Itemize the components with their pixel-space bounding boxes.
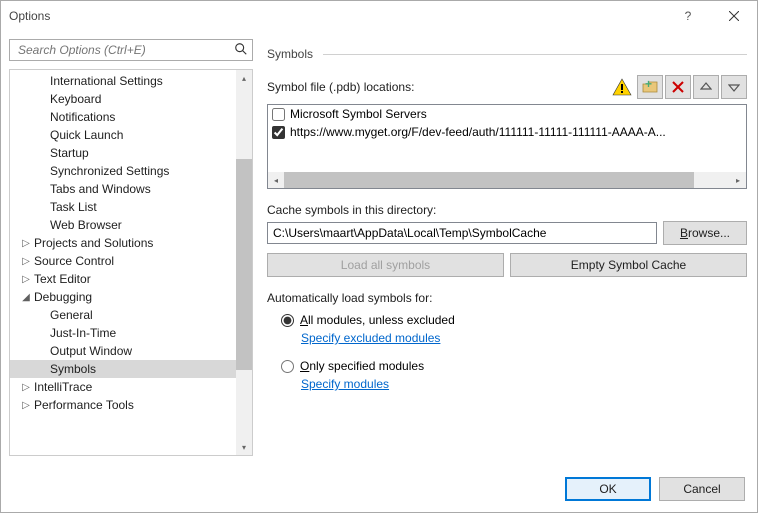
tree-item[interactable]: Just-In-Time [10, 324, 236, 342]
dialog-footer: OK Cancel [1, 464, 757, 512]
add-folder-button[interactable]: + [637, 75, 663, 99]
radio-all-modules-label: All modules, unless excluded [300, 313, 455, 327]
svg-text:+: + [645, 80, 652, 91]
tree-item-label: Tabs and Windows [48, 182, 151, 196]
search-input[interactable] [16, 42, 234, 58]
hscroll-right-arrow[interactable]: ▸ [730, 172, 746, 188]
chevron-right-icon[interactable]: ▷ [20, 238, 32, 249]
radio-only-specified-label: Only specified modules [300, 359, 424, 373]
move-up-button[interactable] [693, 75, 719, 99]
tree-item-label: Symbols [48, 362, 96, 376]
load-all-symbols-button[interactable]: Load all symbols [267, 253, 504, 277]
tree-item[interactable]: ▷Projects and Solutions [10, 234, 236, 252]
browse-button[interactable]: Browse... [663, 221, 747, 245]
search-box[interactable] [9, 39, 253, 61]
chevron-right-icon[interactable]: ▷ [20, 256, 32, 267]
tree-item[interactable]: Keyboard [10, 90, 236, 108]
cache-dir-label: Cache symbols in this directory: [267, 203, 747, 217]
ok-button[interactable]: OK [565, 477, 651, 501]
close-button[interactable] [711, 1, 757, 31]
tree-item-label: Quick Launch [48, 128, 123, 142]
tree-scrollbar[interactable]: ▴ ▾ [236, 70, 252, 455]
link-specify-excluded[interactable]: Specify excluded modules [301, 331, 747, 345]
tree-item[interactable]: Tabs and Windows [10, 180, 236, 198]
symbol-location-item[interactable]: Microsoft Symbol Servers [268, 105, 746, 123]
tree-item-label: Debugging [32, 290, 92, 304]
location-checkbox[interactable] [272, 126, 285, 139]
tree-item[interactable]: Output Window [10, 342, 236, 360]
titlebar: Options ? [1, 1, 757, 31]
tree-item[interactable]: General [10, 306, 236, 324]
tree-item-label: Output Window [48, 344, 132, 358]
symbol-location-item[interactable]: https://www.myget.org/F/dev-feed/auth/11… [268, 123, 746, 141]
section-heading: Symbols [267, 47, 747, 61]
help-button[interactable]: ? [665, 1, 711, 31]
delete-button[interactable] [665, 75, 691, 99]
scroll-thumb[interactable] [236, 159, 252, 371]
cancel-button[interactable]: Cancel [659, 477, 745, 501]
window-title: Options [9, 9, 665, 23]
tree-item[interactable]: ▷IntelliTrace [10, 378, 236, 396]
options-tree[interactable]: International Settings Keyboard Notificati… [9, 69, 253, 456]
tree-item-label: Synchronized Settings [48, 164, 169, 178]
tree-item[interactable]: International Settings [10, 72, 236, 90]
radio-all-modules[interactable] [281, 314, 294, 327]
search-icon [234, 42, 248, 59]
tree-item[interactable]: Synchronized Settings [10, 162, 236, 180]
location-label: Microsoft Symbol Servers [290, 107, 427, 121]
tree-item[interactable]: Notifications [10, 108, 236, 126]
hscroll-left-arrow[interactable]: ◂ [268, 172, 284, 188]
section-heading-text: Symbols [267, 47, 313, 61]
tree-item-label: Just-In-Time [48, 326, 116, 340]
chevron-down-icon[interactable]: ◢ [20, 292, 32, 303]
tree-item[interactable]: Web Browser [10, 216, 236, 234]
warning-icon [611, 76, 633, 98]
tree-item-label: IntelliTrace [32, 380, 92, 394]
tree-item-label: Projects and Solutions [32, 236, 153, 250]
tree-item-label: International Settings [48, 74, 163, 88]
tree-item-label: Keyboard [48, 92, 101, 106]
chevron-right-icon[interactable]: ▷ [20, 400, 32, 411]
tree-item-label: General [48, 308, 93, 322]
link-specify-modules[interactable]: Specify modules [301, 377, 747, 391]
left-pane: International Settings Keyboard Notificati… [1, 31, 257, 464]
tree-item-label: Notifications [48, 110, 115, 124]
chevron-right-icon[interactable]: ▷ [20, 382, 32, 393]
tree-item[interactable]: ▷Performance Tools [10, 396, 236, 414]
location-label: https://www.myget.org/F/dev-feed/auth/11… [290, 125, 666, 139]
tree-item-label: Performance Tools [32, 398, 134, 412]
tree-item[interactable]: ◢Debugging [10, 288, 236, 306]
tree-item[interactable]: Symbols [10, 360, 236, 378]
tree-item[interactable]: Quick Launch [10, 126, 236, 144]
tree-item[interactable]: ▷Text Editor [10, 270, 236, 288]
chevron-right-icon[interactable]: ▷ [20, 274, 32, 285]
auto-load-label: Automatically load symbols for: [267, 291, 747, 305]
location-checkbox[interactable] [272, 108, 285, 121]
tree-item-label: Text Editor [32, 272, 91, 286]
scroll-down-arrow[interactable]: ▾ [236, 439, 252, 455]
tree-item-label: Web Browser [48, 218, 122, 232]
scroll-up-arrow[interactable]: ▴ [236, 70, 252, 86]
symbol-locations-list[interactable]: Microsoft Symbol Servers https://www.myge… [267, 104, 747, 189]
tree-item-label: Startup [48, 146, 89, 160]
empty-symbol-cache-button[interactable]: Empty Symbol Cache [510, 253, 747, 277]
tree-item[interactable]: Startup [10, 144, 236, 162]
move-down-button[interactable] [721, 75, 747, 99]
heading-separator [323, 54, 747, 55]
tree-item-label: Task List [48, 200, 97, 214]
tree-item[interactable]: ▷Source Control [10, 252, 236, 270]
tree-item-label: Source Control [32, 254, 114, 268]
list-horizontal-scrollbar[interactable]: ◂ ▸ [268, 172, 746, 188]
radio-only-specified[interactable] [281, 360, 294, 373]
hscroll-thumb[interactable] [284, 172, 694, 188]
pdb-label: Symbol file (.pdb) locations: [267, 80, 611, 94]
cache-dir-input[interactable] [267, 222, 657, 244]
right-pane: Symbols Symbol file (.pdb) locations: + … [257, 31, 757, 464]
tree-item[interactable]: Task List [10, 198, 236, 216]
